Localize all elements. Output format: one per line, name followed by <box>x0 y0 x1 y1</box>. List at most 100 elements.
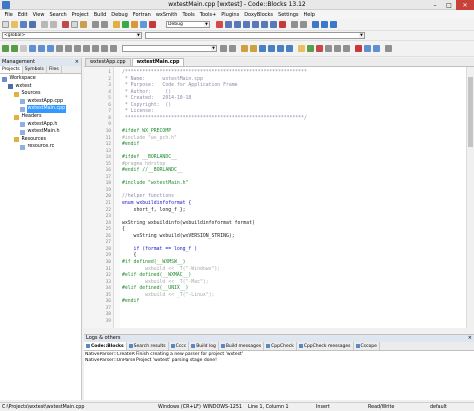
next-line-icon[interactable] <box>234 21 241 28</box>
menu-doxyblocks[interactable]: DoxyBlocks <box>242 12 276 18</box>
step-into-icon[interactable] <box>243 21 250 28</box>
tool-10-icon[interactable] <box>325 45 332 52</box>
tool-8-icon[interactable] <box>307 45 314 52</box>
jump-forward-icon[interactable] <box>11 45 18 52</box>
prev-bookmark-icon[interactable] <box>38 45 45 52</box>
editor-tab[interactable]: wxtestMain.cpp <box>131 58 185 66</box>
close-panel-icon[interactable]: × <box>75 58 79 66</box>
debug-info-icon[interactable] <box>300 21 307 28</box>
menu-help[interactable]: Help <box>301 12 317 18</box>
maximize-icon[interactable]: □ <box>442 0 456 10</box>
thread-search-input[interactable]: ▼ <box>122 45 217 52</box>
copy-icon[interactable] <box>71 21 78 28</box>
menu-tools[interactable]: Tools <box>180 12 197 18</box>
menu-project[interactable]: Project <box>69 12 91 18</box>
run-to-cursor-icon[interactable] <box>225 21 232 28</box>
code-editor[interactable]: 1 2 3 4 5 6 7 8 9 10 11 12 13 14 15 16 17 18 19 20 21 22 23 24 2… <box>84 67 474 328</box>
tool-11-icon[interactable] <box>334 45 341 52</box>
editor-vertical-scrollbar[interactable] <box>466 67 474 328</box>
log-tab[interactable]: Cccc <box>169 342 190 350</box>
jump-back-icon[interactable] <box>2 45 9 52</box>
build-gear-icon[interactable] <box>113 21 120 28</box>
search-options-icon[interactable] <box>229 45 236 52</box>
fortran-icon[interactable] <box>321 21 328 28</box>
menu-wxsmith[interactable]: wxSmith <box>153 12 180 18</box>
rebuild-icon[interactable] <box>140 21 147 28</box>
build-target-select[interactable]: Debug ▼ <box>166 21 210 28</box>
tool-3-icon[interactable] <box>259 45 266 52</box>
next-instruction-icon[interactable] <box>261 21 268 28</box>
bookmark-icon[interactable] <box>29 45 36 52</box>
next-bookmark-icon[interactable] <box>47 45 54 52</box>
debug-windows-icon[interactable] <box>291 21 298 28</box>
scrollbar-thumb[interactable] <box>468 77 473 147</box>
menu-view[interactable]: View <box>30 12 47 18</box>
step-into-instruction-icon[interactable] <box>270 21 277 28</box>
find-icon[interactable] <box>92 21 99 28</box>
undo-icon[interactable] <box>41 21 48 28</box>
highlight-icon[interactable] <box>20 45 27 52</box>
comment-icon[interactable] <box>56 45 63 52</box>
build-and-run-icon[interactable] <box>131 21 138 28</box>
debug-icon[interactable] <box>216 21 223 28</box>
tab-symbols[interactable]: Symbols <box>23 66 47 73</box>
editor-tab[interactable]: wxtestApp.cpp <box>85 58 131 66</box>
new-file-icon[interactable] <box>2 21 9 28</box>
tool-15-icon[interactable] <box>373 45 380 52</box>
menu-debug[interactable]: Debug <box>109 12 130 18</box>
tool-7-icon[interactable] <box>298 45 305 52</box>
search-icon[interactable] <box>220 45 227 52</box>
replace-icon[interactable] <box>101 21 108 28</box>
close-icon[interactable]: ✕ <box>456 0 474 10</box>
log-tab[interactable]: Code::Blocks <box>84 342 127 350</box>
step-out-icon[interactable] <box>252 21 259 28</box>
indent-icon[interactable] <box>74 45 81 52</box>
save-icon[interactable] <box>20 21 27 28</box>
doxyblocks-icon[interactable] <box>330 21 337 28</box>
tool-13-icon[interactable] <box>355 45 362 52</box>
save-all-icon[interactable] <box>29 21 36 28</box>
tree-item[interactable]: resource.rc <box>20 143 55 151</box>
run-icon[interactable] <box>122 21 129 28</box>
tool-16-icon[interactable] <box>385 45 392 52</box>
menu-file[interactable]: File <box>2 12 15 18</box>
cut-icon[interactable] <box>62 21 69 28</box>
tab-projects[interactable]: Projects <box>0 66 23 73</box>
scope-select[interactable]: <global> ▼ <box>2 32 142 39</box>
thread-search-icon[interactable] <box>110 45 117 52</box>
tab-files[interactable]: Files <box>47 66 62 73</box>
redo-icon[interactable] <box>50 21 57 28</box>
paste-icon[interactable] <box>80 21 87 28</box>
tool-14-icon[interactable] <box>364 45 371 52</box>
menu-build[interactable]: Build <box>91 12 109 18</box>
menu-fortran[interactable]: Fortran <box>130 12 153 18</box>
log-tab[interactable]: Cscope <box>354 342 380 350</box>
format-icon[interactable] <box>92 45 99 52</box>
spell-check-icon[interactable] <box>101 45 108 52</box>
tool-icon[interactable] <box>241 45 248 52</box>
log-tab[interactable]: CppCheck <box>264 342 297 350</box>
wxsmith-icon[interactable] <box>312 21 319 28</box>
tool-6-icon[interactable] <box>286 45 293 52</box>
close-panel-icon[interactable]: × <box>468 335 472 342</box>
open-folder-icon[interactable] <box>11 21 18 28</box>
tool-4-icon[interactable] <box>268 45 275 52</box>
log-row[interactable]: NativeParser::OnParserEnd()Project 'wxte… <box>84 358 474 364</box>
menu-tools-[interactable]: Tools+ <box>197 12 219 18</box>
function-select[interactable]: ▼ <box>145 32 365 39</box>
menu-edit[interactable]: Edit <box>15 12 30 18</box>
menu-settings[interactable]: Settings <box>276 12 302 18</box>
log-tab[interactable]: Search results <box>127 342 169 350</box>
minimize-icon[interactable]: – <box>428 0 442 10</box>
tool-12-icon[interactable] <box>343 45 350 52</box>
tool-2-icon[interactable] <box>250 45 257 52</box>
menu-plugins[interactable]: Plugins <box>219 12 242 18</box>
uncomment-icon[interactable] <box>65 45 72 52</box>
tool-5-icon[interactable] <box>277 45 284 52</box>
log-tab[interactable]: CppCheck messages <box>297 342 354 350</box>
unindent-icon[interactable] <box>83 45 90 52</box>
abort-icon[interactable] <box>149 21 156 28</box>
log-tab[interactable]: Build log <box>189 342 219 350</box>
stop-debugger-icon[interactable] <box>279 21 286 28</box>
log-tab[interactable]: Build messages <box>219 342 265 350</box>
